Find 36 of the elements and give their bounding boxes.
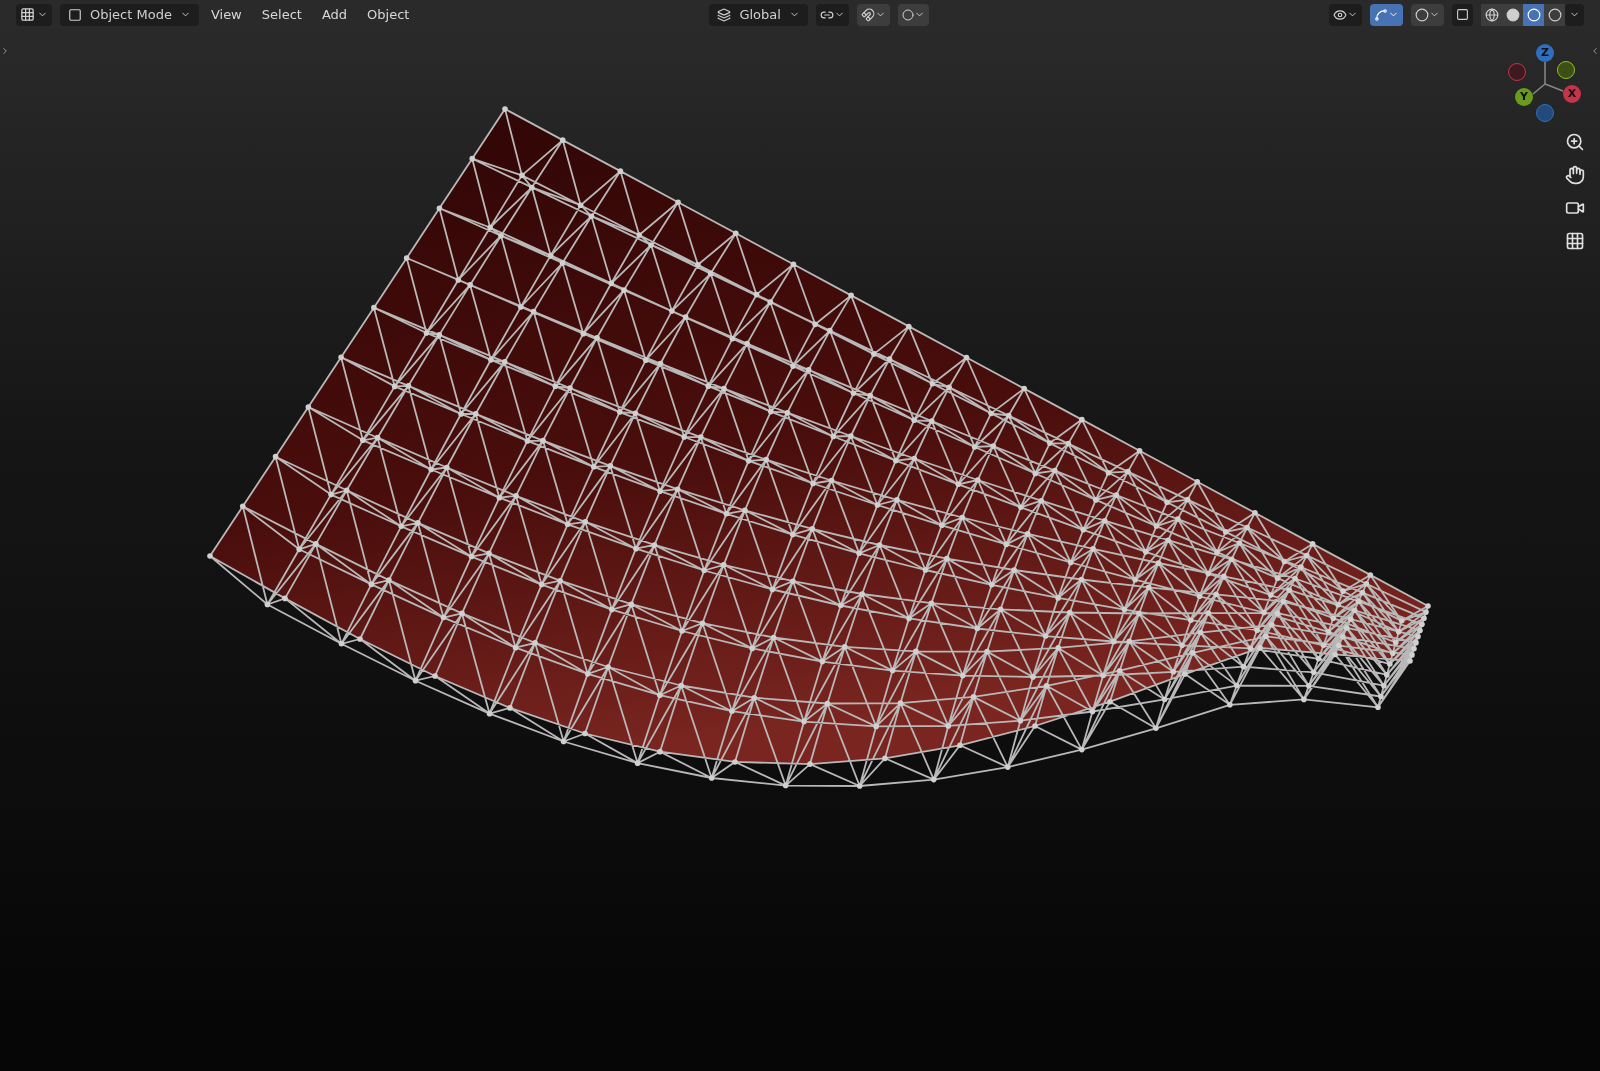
xray-toggle[interactable] <box>1452 3 1473 26</box>
orientation-dropdown[interactable]: Global <box>709 3 808 26</box>
shading-button[interactable] <box>1544 3 1565 26</box>
axis-lines-icon <box>1530 62 1564 96</box>
filled-circle-icon <box>1505 7 1520 22</box>
hand-icon[interactable] <box>1565 165 1585 185</box>
menu-item[interactable]: Object <box>359 4 418 25</box>
visibility-button[interactable] <box>1329 3 1362 26</box>
eye-icon <box>1333 7 1347 22</box>
sidebar-toggle-icon[interactable] <box>0 46 10 56</box>
snap-button[interactable] <box>856 3 890 26</box>
circle-icon <box>901 8 914 21</box>
menu-item[interactable]: View <box>202 4 250 25</box>
editor-type-button[interactable] <box>16 3 52 26</box>
proportional-button[interactable] <box>897 3 929 26</box>
square-icon <box>1456 8 1469 21</box>
magnet-icon <box>860 7 875 22</box>
circle-icon <box>1547 7 1562 22</box>
curve-arrow-icon <box>1374 7 1388 22</box>
grid-icon <box>20 7 35 22</box>
zoom-icon[interactable] <box>1565 132 1585 152</box>
square-icon <box>68 7 82 22</box>
globe-icon <box>1484 7 1499 22</box>
grid-icon[interactable] <box>1565 231 1585 251</box>
menu-item[interactable]: Add <box>313 4 356 25</box>
shading-button[interactable] <box>1502 3 1523 26</box>
sidebar-toggle-icon[interactable] <box>1590 46 1600 56</box>
circle-icon <box>1415 7 1429 22</box>
gizmo-toggle[interactable] <box>1370 3 1403 26</box>
shading-button[interactable] <box>1481 3 1502 26</box>
circle-icon <box>1526 7 1541 22</box>
menu-item[interactable]: Select <box>253 4 310 25</box>
shading-button[interactable] <box>1523 3 1544 26</box>
pivot-button[interactable] <box>815 3 849 26</box>
overlay-toggle[interactable] <box>1411 3 1444 26</box>
mode-dropdown[interactable]: Object Mode <box>60 3 199 26</box>
